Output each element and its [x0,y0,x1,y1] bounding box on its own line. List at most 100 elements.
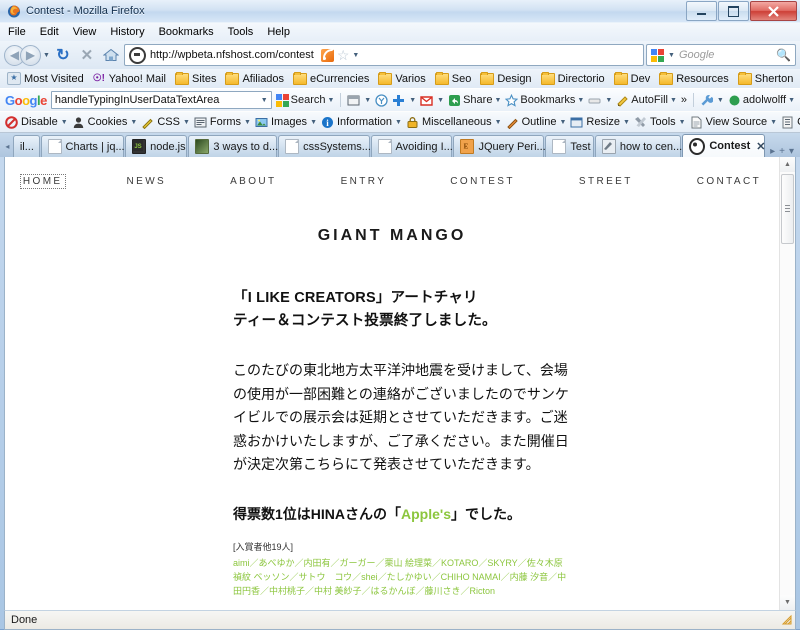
tab-charts-jq[interactable]: Charts | jq... [40,135,125,157]
wd-cookies-button[interactable]: Cookies ▼ [72,116,137,129]
bookmark-seo[interactable]: Seo [432,71,475,86]
wd-css-button[interactable]: CSS ▼ [141,116,190,129]
gmail-icon[interactable] [420,94,433,107]
tab-avoiding-i[interactable]: Avoiding I... [370,135,453,157]
sidebar-item-street[interactable]: STREET [576,174,636,189]
menu-item-bookmarks[interactable]: Bookmarks [159,26,214,38]
chevron-down-icon[interactable]: ▼ [770,119,777,126]
wrench-icon[interactable] [700,94,714,107]
chevron-down-icon[interactable]: ▼ [605,97,612,104]
chevron-down-icon[interactable]: ▼ [364,97,371,104]
chevron-down-icon[interactable]: ▼ [494,97,501,104]
stop-button[interactable]: ✕ [76,44,98,66]
chevron-down-icon[interactable]: ▼ [679,119,686,126]
google-autofill-button[interactable]: AutoFill ▼ [616,94,677,107]
bookmark-dev[interactable]: Dev [611,71,654,86]
wd-forms-button[interactable]: Forms ▼ [194,116,251,129]
bookmark-directorio[interactable]: Directorio [538,71,608,86]
wd-disable-button[interactable]: Disable ▼ [5,115,68,129]
google-toolbar-search-input[interactable]: handleTypingInUserDataTextArea ▼ [50,91,272,109]
wd-tools-button[interactable]: Tools ▼ [634,116,686,129]
tab-scroll-right-button[interactable]: ▸ [770,146,775,157]
chevron-down-icon[interactable]: ▼ [717,97,724,104]
bookmark-resources[interactable]: Resources [656,71,732,86]
chevron-down-icon[interactable]: ▼ [130,119,137,126]
history-dropdown-icon[interactable]: ▼ [43,52,50,59]
google-toolbar-overflow[interactable]: » [681,94,687,106]
tab-il[interactable]: il... [12,135,40,157]
google-account-button[interactable]: adolwolff ▼ [728,94,795,107]
chevron-down-icon[interactable]: ▼ [395,119,402,126]
pagerank-icon[interactable] [347,94,360,107]
chevron-down-icon[interactable]: ▼ [437,97,444,104]
menu-item-file[interactable]: File [8,26,26,38]
wd-view-source-button[interactable]: View Source ▼ [690,116,777,129]
list-all-tabs-button[interactable]: ▾ [789,146,794,157]
address-bar[interactable]: http://wpbeta.nfshost.com/contest ☆ ▼ [123,44,644,66]
chevron-down-icon[interactable]: ▼ [788,97,795,104]
search-bar[interactable]: ▼ Google 🔍 [646,44,796,66]
bookmark-ecurrencies[interactable]: eCurrencies [290,71,372,86]
tab-nodejs[interactable]: JS node.js [125,135,188,157]
scroll-down-button[interactable]: ▼ [780,595,795,610]
wd-outline-button[interactable]: Outline ▼ [506,116,566,129]
page-scrollbar[interactable]: ▲ ▼ [779,157,795,610]
sidebar-item-news[interactable]: NEWS [124,174,170,189]
new-tab-button[interactable]: + [779,146,785,157]
chevron-down-icon[interactable]: ▼ [623,119,630,126]
tab-how-to-cen[interactable]: how to cen... [594,135,682,157]
chevron-down-icon[interactable]: ▼ [495,119,502,126]
highlight-icon[interactable] [588,94,601,107]
sidebar-item-contest[interactable]: CONTEST [447,174,518,189]
wd-miscellaneous-button[interactable]: Miscellaneous ▼ [406,116,502,129]
search-engine-dropdown-icon[interactable]: ▼ [668,52,675,59]
bookmark-star-icon[interactable]: ☆ [337,48,350,62]
tab-csssystems[interactable]: cssSystems... [278,135,371,157]
chevron-down-icon[interactable]: ▼ [559,119,566,126]
chevron-down-icon[interactable]: ▼ [244,119,251,126]
chevron-down-icon[interactable]: ▼ [183,119,190,126]
yahoo-circle-icon[interactable] [375,93,388,107]
bookmark-sherton[interactable]: Sherton [735,71,797,86]
chevron-down-icon[interactable]: ▼ [409,97,416,104]
maximize-button[interactable] [718,1,749,21]
tab-jquery-peri[interactable]: E JQuery Peri... [453,135,546,157]
menu-item-view[interactable]: View [73,26,97,38]
blue-plus-icon[interactable] [392,94,405,107]
wd-images-button[interactable]: Images ▼ [255,116,317,129]
bookmark-most-visited[interactable]: ★ Most Visited [4,71,87,86]
resize-grip-icon[interactable] [780,613,793,626]
menu-item-tools[interactable]: Tools [228,26,254,38]
sidebar-item-entry[interactable]: ENTRY [338,174,390,189]
chevron-down-icon[interactable]: ▼ [577,97,584,104]
minimize-button[interactable] [686,1,717,21]
bookmark-dropdown-icon[interactable]: ▼ [352,52,359,59]
search-input[interactable]: Google [679,49,772,61]
bookmark-varios[interactable]: Varios [375,71,428,86]
tab-close-button[interactable]: ✕ [756,140,765,153]
sidebar-item-home[interactable]: HOME [19,174,66,189]
bookmark-design[interactable]: Design [477,71,534,86]
reload-button[interactable]: ↻ [52,44,74,66]
scrollbar-thumb[interactable] [781,174,794,244]
wd-resize-button[interactable]: Resize ▼ [570,116,630,129]
tab-contest[interactable]: Contest ✕ [682,134,766,157]
bookmark-afiliados[interactable]: Afiliados [222,71,287,86]
tab-scroll-left-button[interactable]: ◂ [2,135,13,157]
chevron-down-icon[interactable]: ▼ [61,119,68,126]
tab-3-ways-to-d[interactable]: 3 ways to d... [188,135,278,157]
rss-icon[interactable] [320,48,334,62]
google-search-button[interactable]: Search ▼ [275,93,334,107]
bookmark-yahoo-mail[interactable]: ☉! Yahoo! Mail [90,72,169,86]
chevron-down-icon[interactable]: ▼ [327,97,334,104]
scroll-up-button[interactable]: ▲ [780,157,795,172]
wd-options-button[interactable]: Options▼ [781,116,800,129]
google-bookmarks-button[interactable]: Bookmarks ▼ [505,93,584,107]
sidebar-item-contact[interactable]: CONTACT [694,174,764,189]
forward-button[interactable]: ▶ [20,44,41,66]
bookmark-sites[interactable]: Sites [172,71,219,86]
home-button[interactable] [100,44,122,66]
menu-item-help[interactable]: Help [267,26,290,38]
wd-information-button[interactable]: i Information ▼ [321,116,402,129]
magnifier-icon[interactable]: 🔍 [776,48,791,62]
